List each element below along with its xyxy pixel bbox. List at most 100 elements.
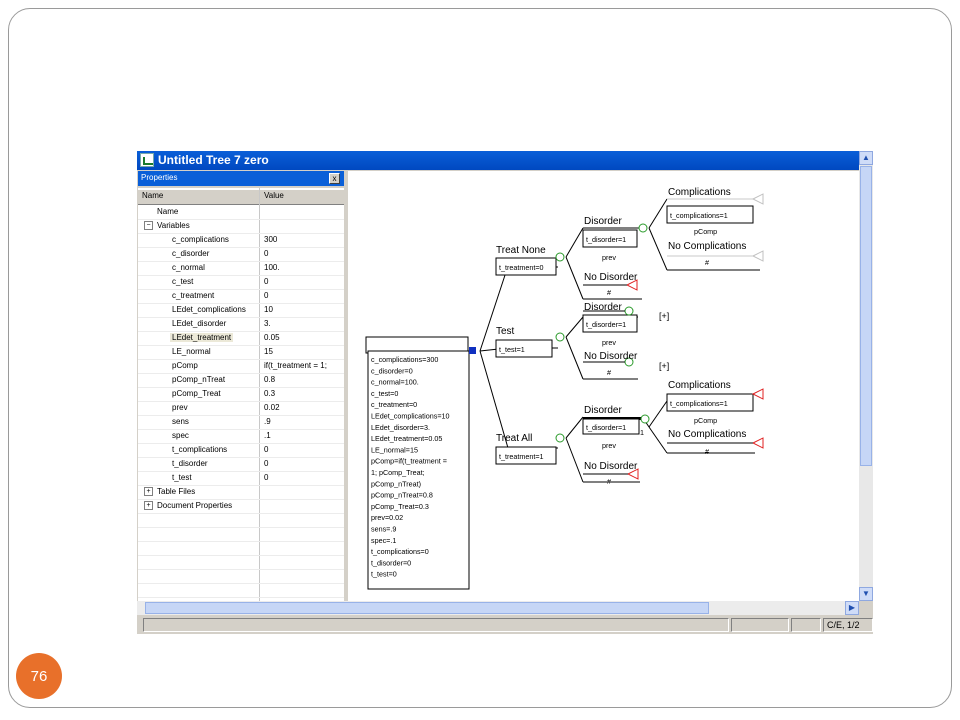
property-row[interactable]: LE_normal 15 [138,345,344,360]
branch-probability[interactable]: # [705,447,709,456]
property-row[interactable]: − Variables [138,219,344,234]
property-row[interactable]: LEdet_disorder 3. [138,317,344,332]
property-value[interactable]: 0 [264,473,268,482]
root-definition[interactable]: t_disorder=0 [371,558,411,567]
horizontal-scroll-thumb[interactable] [145,602,709,614]
collapse-icon[interactable]: − [144,221,153,230]
column-header-value[interactable]: Value [264,191,284,200]
property-value[interactable]: 300 [264,235,277,244]
property-value[interactable]: 15 [264,347,273,356]
branch-definition[interactable]: t_disorder=1 [586,423,626,432]
branch-probability[interactable]: prev [602,253,616,262]
root-definition[interactable]: c_disorder=0 [371,366,413,375]
branch-label-test[interactable]: Test [496,326,515,337]
property-row[interactable]: + Table Files [138,485,344,500]
root-definition[interactable]: pComp=if(t_treatment = [371,457,447,466]
property-value[interactable]: 0 [264,249,268,258]
property-row[interactable]: c_disorder 0 [138,247,344,262]
root-definition[interactable]: LEdet_disorder=3. [371,423,430,432]
property-row[interactable]: c_treatment 0 [138,289,344,304]
property-row[interactable]: Name [138,205,344,220]
property-row[interactable]: pComp_nTreat 0.8 [138,373,344,388]
horizontal-scrollbar[interactable]: ▶ [137,601,859,615]
root-definition[interactable]: c_treatment=0 [371,400,417,409]
expand-icon[interactable]: + [144,501,153,510]
branch-label-disorder[interactable]: Disorder [584,405,622,416]
branch-label-disorder[interactable]: Disorder [584,302,622,313]
property-value[interactable]: 0.3 [264,389,275,398]
root-definition[interactable]: pComp_Treat=0.3 [371,502,429,511]
property-row[interactable]: c_test 0 [138,275,344,290]
property-row[interactable]: sens .9 [138,415,344,430]
branch-definition[interactable]: t_test=1 [499,345,525,354]
branch-label-complications[interactable]: Complications [668,187,731,198]
expand-icon[interactable]: + [144,487,153,496]
collapsed-subtree-marker[interactable]: [+] [659,361,669,371]
root-definition[interactable]: LEdet_treatment=0.05 [371,434,442,443]
root-definition[interactable]: sens=.9 [371,525,396,534]
root-definition[interactable]: 1; pComp_Treat; [371,468,425,477]
tree-canvas[interactable]: c_complications=300 c_disorder=0 c_normal=… [348,171,859,601]
column-header-name[interactable]: Name [142,191,163,200]
root-definition[interactable]: c_complications=300 [371,355,438,364]
root-definition[interactable]: c_normal=100. [371,378,419,387]
root-definition[interactable]: t_complications=0 [371,547,429,556]
branch-definition[interactable]: t_complications=1 [670,399,728,408]
branch-definition[interactable]: t_disorder=1 [586,320,626,329]
branch-marker[interactable]: 1 [640,428,644,437]
property-row[interactable]: pComp if(t_treatment = 1; [138,359,344,374]
branch-label-no-disorder[interactable]: No Disorder [584,461,638,472]
property-row[interactable]: t_test 0 [138,471,344,486]
branch-label-no-disorder[interactable]: No Disorder [584,351,638,362]
branch-probability[interactable]: # [607,477,611,486]
branch-probability[interactable]: # [705,258,709,267]
collapsed-subtree-marker[interactable]: [+] [659,311,669,321]
scroll-right-icon[interactable]: ▶ [845,601,859,615]
property-value[interactable]: .9 [264,417,271,426]
root-definition[interactable]: LE_normal=15 [371,445,418,454]
property-value[interactable]: 0.02 [264,403,280,412]
property-row[interactable]: pComp_Treat 0.3 [138,387,344,402]
branch-probability[interactable]: # [607,288,611,297]
close-icon[interactable]: x [329,173,340,184]
property-value[interactable]: .1 [264,431,271,440]
branch-definition[interactable]: t_complications=1 [670,211,728,220]
property-value[interactable]: 10 [264,305,273,314]
property-row[interactable]: t_disorder 0 [138,457,344,472]
branch-probability[interactable]: pComp [694,227,717,236]
root-definition[interactable]: LEdet_complications=10 [371,412,450,421]
property-value[interactable]: 0 [264,445,268,454]
property-row[interactable]: c_complications 300 [138,233,344,248]
root-definition[interactable]: pComp_nTreat=0.8 [371,491,433,500]
branch-label-complications[interactable]: Complications [668,380,731,391]
root-definition[interactable]: prev=0.02 [371,513,403,522]
property-value[interactable]: 0.8 [264,375,275,384]
scroll-down-icon[interactable]: ▼ [859,587,873,601]
property-value[interactable]: 0.05 [264,333,280,342]
property-value[interactable]: 3. [264,319,271,328]
property-row[interactable]: LEdet_treatment 0.05 [138,331,344,346]
property-value[interactable]: 0 [264,291,268,300]
root-definition[interactable]: t_test=0 [371,570,397,579]
property-row[interactable]: prev 0.02 [138,401,344,416]
branch-definition[interactable]: t_disorder=1 [586,235,626,244]
branch-definition[interactable]: t_treatment=1 [499,452,544,461]
branch-probability[interactable]: prev [602,441,616,450]
branch-label-treat-all[interactable]: Treat All [496,433,532,444]
property-value[interactable]: 0 [264,277,268,286]
property-row[interactable]: c_normal 100. [138,261,344,276]
branch-probability[interactable]: prev [602,338,616,347]
branch-label-no-complications[interactable]: No Complications [668,429,746,440]
branch-label-treat-none[interactable]: Treat None [496,245,546,256]
scroll-up-icon[interactable]: ▲ [859,151,873,165]
property-row[interactable]: + Document Properties [138,499,344,514]
root-definition[interactable]: spec=.1 [371,536,396,545]
branch-label-no-disorder[interactable]: No Disorder [584,272,638,283]
property-value[interactable]: 0 [264,459,268,468]
vertical-scrollbar[interactable]: ▲ ▼ [859,151,873,601]
property-value[interactable]: 100. [264,263,280,272]
branch-label-disorder[interactable]: Disorder [584,216,622,227]
property-row[interactable]: t_complications 0 [138,443,344,458]
branch-probability[interactable]: # [607,368,611,377]
property-row[interactable]: spec .1 [138,429,344,444]
